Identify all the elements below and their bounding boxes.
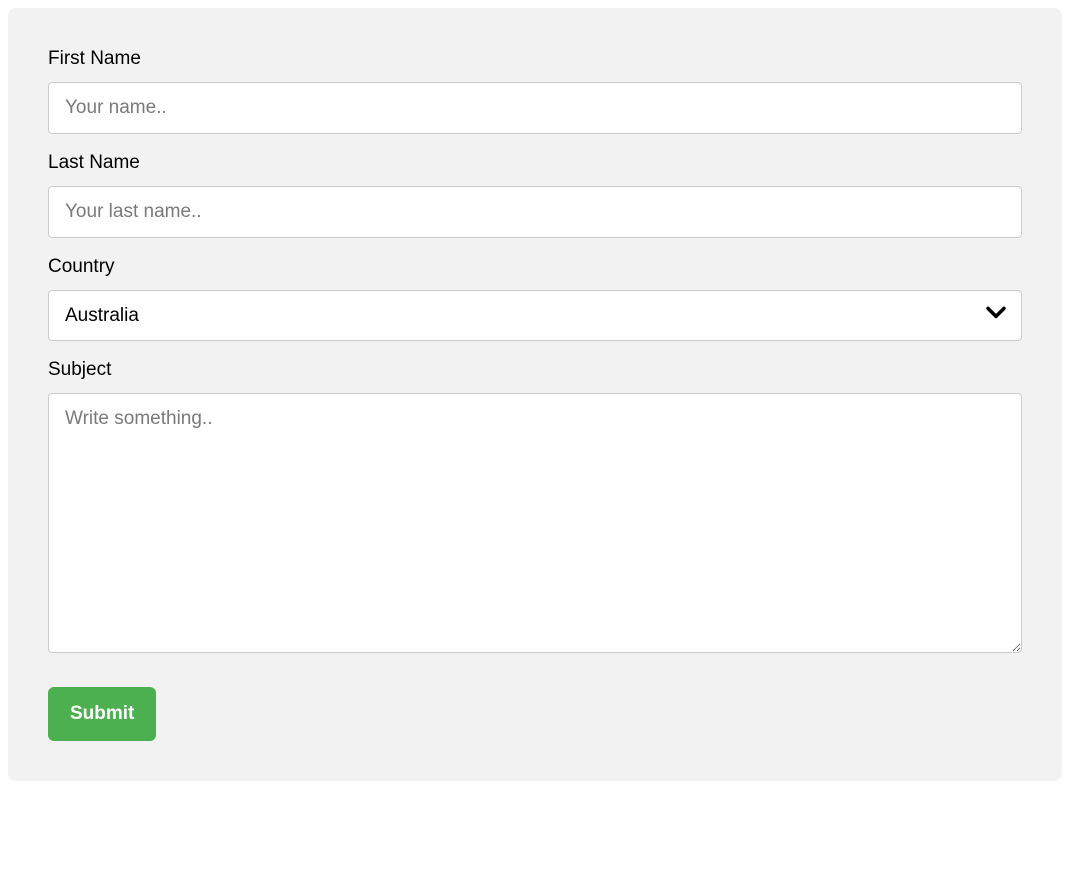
first-name-input[interactable]	[48, 82, 1022, 134]
last-name-label: Last Name	[48, 152, 1022, 174]
submit-button[interactable]: Submit	[48, 687, 156, 741]
last-name-input[interactable]	[48, 186, 1022, 238]
subject-textarea[interactable]	[48, 393, 1022, 653]
country-select[interactable]: Australia	[48, 290, 1022, 341]
form-panel: First Name Last Name Country Australia S…	[8, 8, 1062, 781]
subject-label: Subject	[48, 359, 1022, 381]
first-name-label: First Name	[48, 48, 1022, 70]
country-label: Country	[48, 256, 1022, 278]
